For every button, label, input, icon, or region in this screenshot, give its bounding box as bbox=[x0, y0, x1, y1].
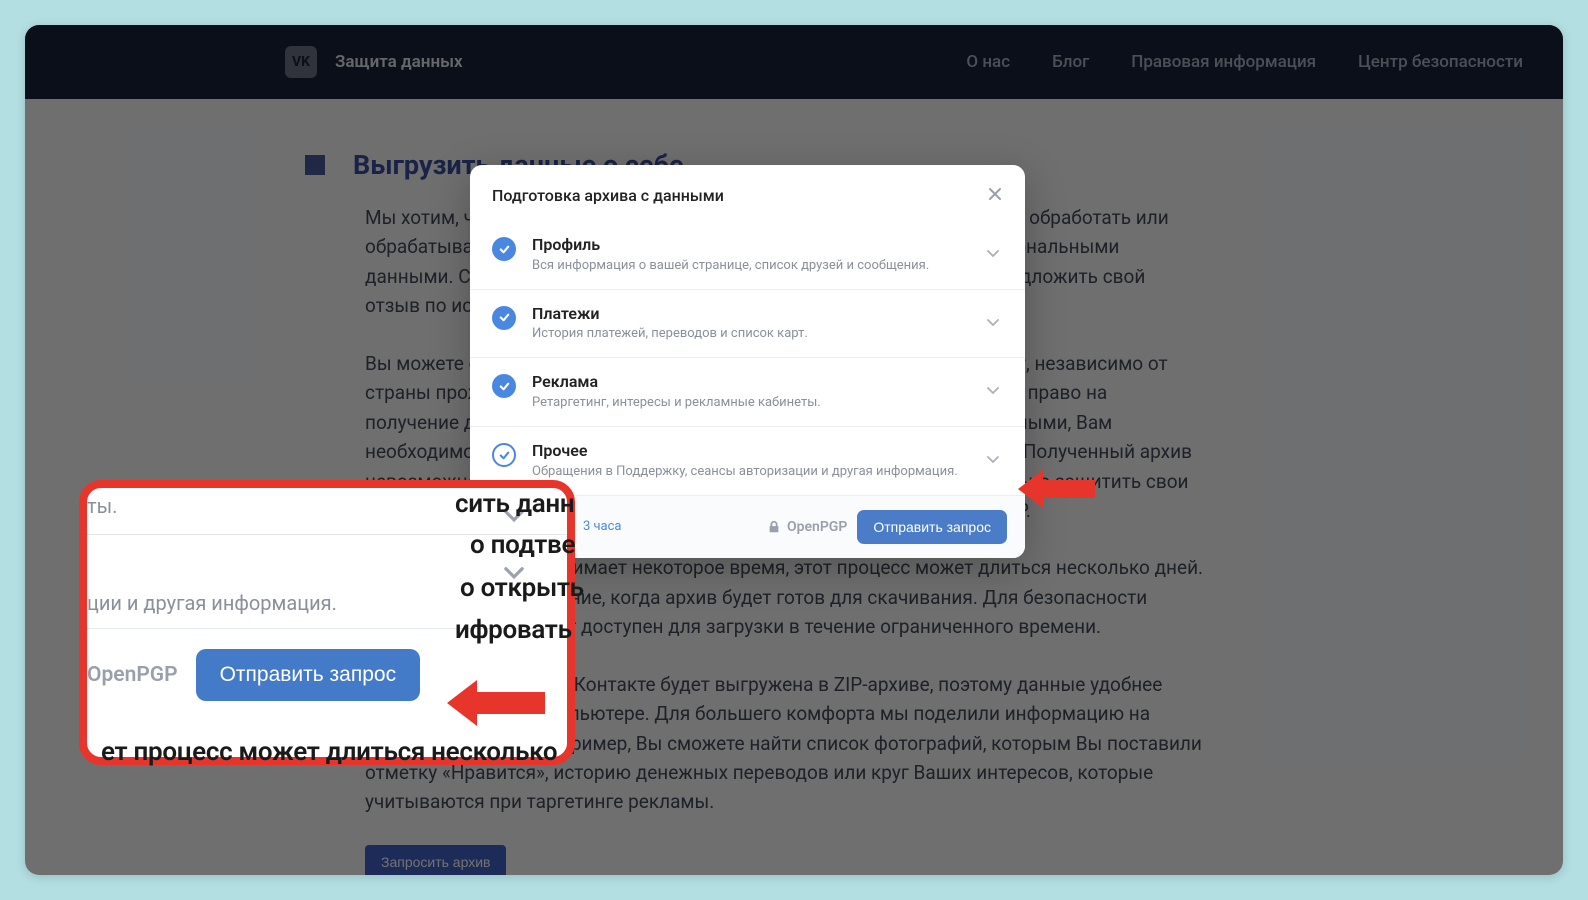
category-body: Реклама Ретаргетинг, интересы и рекламные… bbox=[532, 372, 969, 412]
annotation-arrow-left bbox=[475, 692, 545, 714]
bg-text-fragment-5: ет процесс может длиться несколько bbox=[101, 737, 557, 767]
category-row[interactable]: Профиль Вся информация о вашей странице, … bbox=[470, 221, 1025, 289]
screenshot-frame: VK Защита данных О нас Блог Правовая инф… bbox=[25, 25, 1563, 875]
category-title: Профиль bbox=[532, 235, 969, 256]
category-row[interactable]: Реклама Ретаргетинг, интересы и рекламные… bbox=[470, 357, 1025, 426]
lock-icon bbox=[767, 520, 781, 534]
wait-value: 3 часа bbox=[583, 519, 622, 534]
category-title: Реклама bbox=[532, 372, 969, 393]
category-desc: Обращения в Поддержку, сеансы авторизаци… bbox=[532, 464, 969, 481]
category-desc: Ретаргетинг, интересы и рекламные кабине… bbox=[532, 395, 969, 412]
chevron-down-icon[interactable] bbox=[985, 245, 1003, 265]
bg-text-fragment-4: ифровать bbox=[455, 615, 572, 645]
chevron-down-icon[interactable] bbox=[985, 451, 1003, 471]
modal-header: Подготовка архива с данными bbox=[470, 165, 1025, 221]
category-title: Платежи bbox=[532, 304, 969, 325]
annotation-arrow-right bbox=[1040, 480, 1095, 498]
bg-text-fragment-2: о подтве bbox=[470, 530, 575, 560]
check-icon[interactable] bbox=[492, 237, 516, 261]
check-icon[interactable] bbox=[492, 306, 516, 330]
bg-text-fragment-3: о открыть bbox=[460, 573, 584, 603]
chevron-down-icon[interactable] bbox=[985, 314, 1003, 334]
category-desc: История платежей, переводов и список кар… bbox=[532, 326, 969, 343]
openpgp-label: OpenPGP bbox=[787, 519, 847, 535]
category-body: Профиль Вся информация о вашей странице, … bbox=[532, 235, 969, 275]
category-body: Прочее Обращения в Поддержку, сеансы авто… bbox=[532, 441, 969, 481]
openpgp-toggle[interactable]: OpenPGP bbox=[767, 519, 847, 535]
page: VK Защита данных О нас Блог Правовая инф… bbox=[25, 25, 1563, 875]
category-list: Профиль Вся информация о вашей странице, … bbox=[470, 221, 1025, 495]
check-icon[interactable] bbox=[492, 443, 516, 467]
category-title: Прочее bbox=[532, 441, 969, 462]
close-icon[interactable] bbox=[987, 183, 1003, 207]
check-icon[interactable] bbox=[492, 374, 516, 398]
category-body: ПлатежиИстория платежей, переводов и спи… bbox=[532, 304, 969, 344]
zoom-openpgp-label[interactable]: OpenPGP bbox=[87, 663, 178, 687]
modal-title: Подготовка архива с данными bbox=[492, 186, 724, 205]
bg-text-fragment-1: сить данн bbox=[455, 489, 574, 519]
chevron-down-icon[interactable] bbox=[985, 382, 1003, 402]
category-desc: Вся информация о вашей странице, список … bbox=[532, 258, 969, 275]
category-row[interactable]: ПлатежиИстория платежей, переводов и спи… bbox=[470, 289, 1025, 358]
zoom-send-request-button[interactable]: Отправить запрос bbox=[196, 649, 421, 701]
send-request-button[interactable]: Отправить запрос bbox=[857, 510, 1007, 544]
